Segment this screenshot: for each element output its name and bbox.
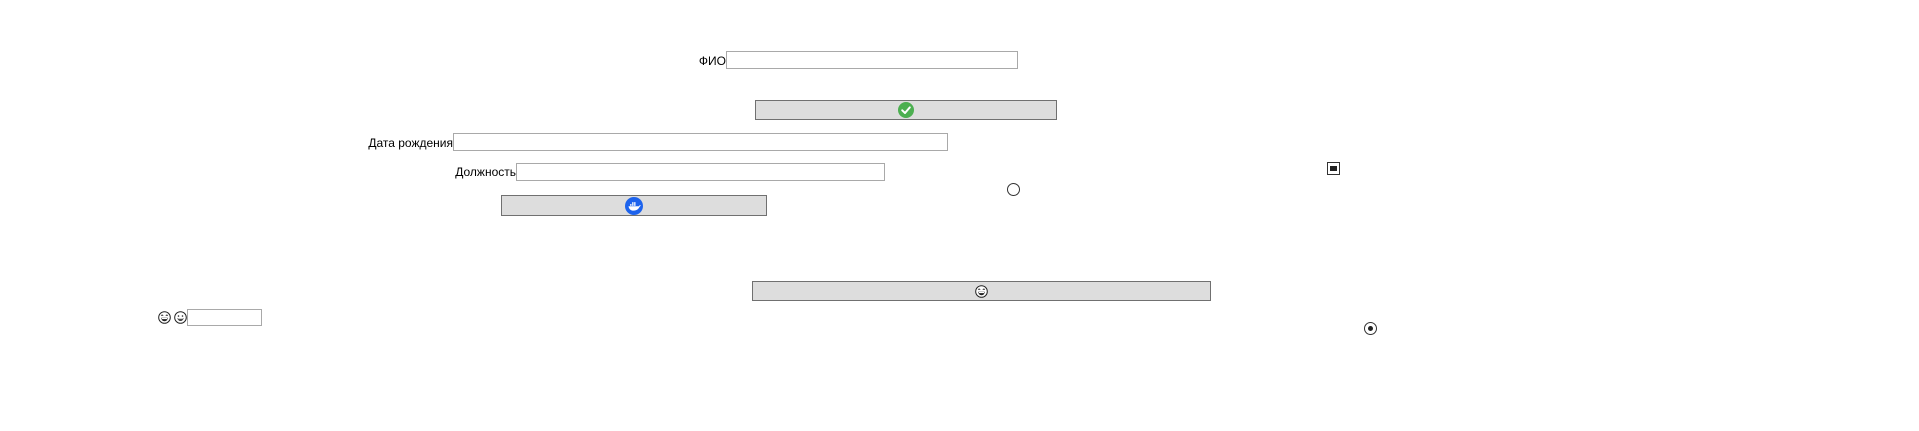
docker-whale-icon	[625, 196, 643, 215]
radio-button-2[interactable]	[1364, 322, 1377, 335]
laughing-face-icon	[158, 311, 171, 324]
position-input[interactable]	[516, 163, 885, 181]
birth-date-input[interactable]	[453, 133, 948, 151]
docker-button[interactable]	[501, 195, 767, 216]
confirm-button[interactable]	[755, 100, 1057, 120]
checkbox[interactable]	[1327, 162, 1340, 175]
grinning-face-icon	[174, 311, 187, 324]
check-circle-icon	[898, 102, 914, 118]
radio-button-1[interactable]	[1007, 183, 1020, 196]
laugh-button[interactable]	[752, 281, 1211, 301]
small-input[interactable]	[187, 309, 262, 326]
birth-date-label: Дата рождения	[368, 136, 453, 150]
radio-selected-dot	[1368, 326, 1373, 331]
position-label: Должность	[455, 165, 516, 179]
laughing-face-icon	[975, 284, 988, 298]
fio-input[interactable]	[726, 51, 1018, 69]
checkbox-indeterminate-mark	[1330, 166, 1337, 171]
fio-label: ФИО	[698, 54, 726, 68]
